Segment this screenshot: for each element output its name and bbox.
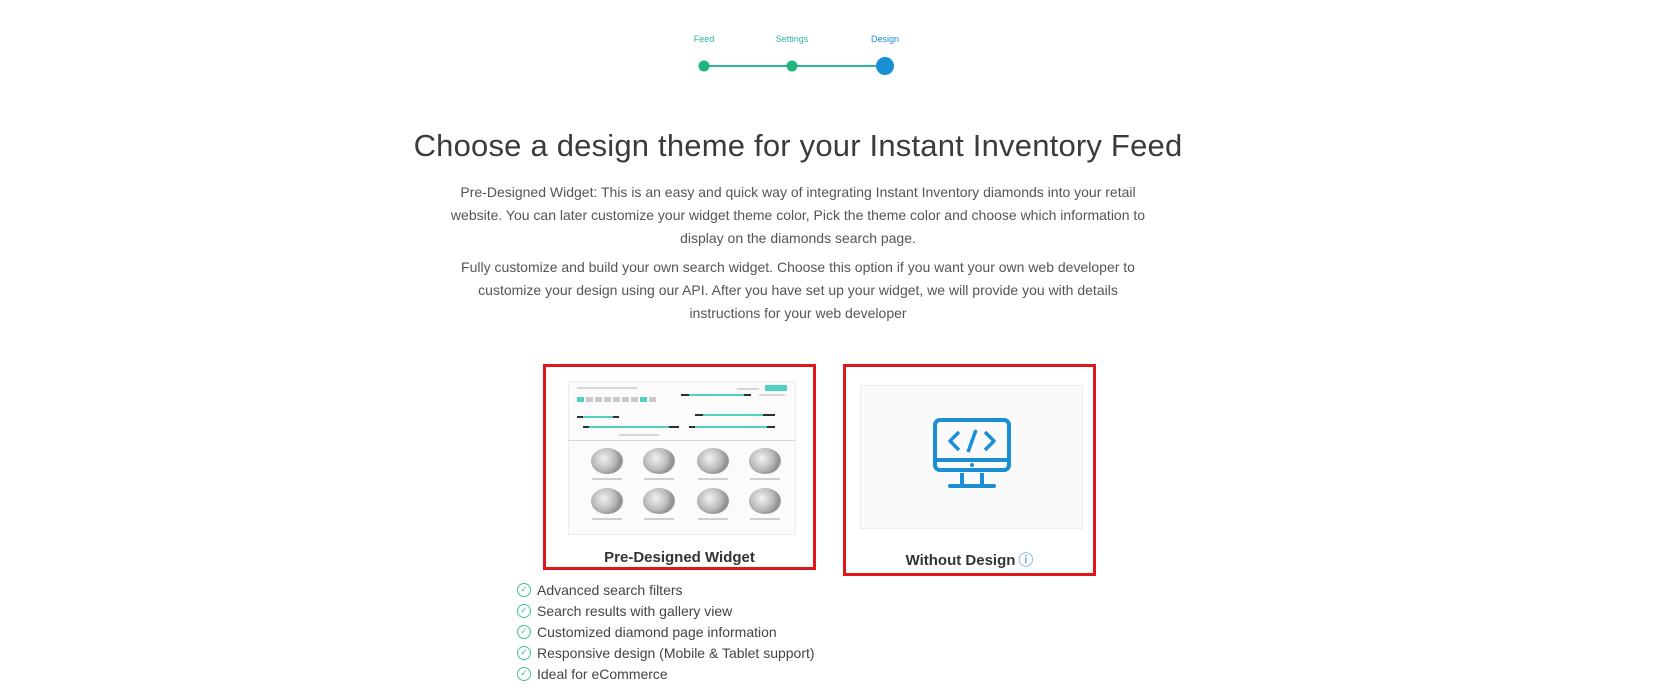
step-feed-dot[interactable] xyxy=(698,60,710,72)
list-item: ✓ Responsive design (Mobile & Tablet supp… xyxy=(517,642,815,663)
without-design-label: Without Design xyxy=(905,552,1016,569)
widget-preview-image xyxy=(568,381,796,535)
without-design-caption: Without Design ⓘ xyxy=(846,549,1093,570)
step-feed-label[interactable]: Feed xyxy=(694,34,715,44)
list-item: ✓ Ideal for eCommerce xyxy=(517,663,815,684)
feature-list: ✓ Advanced search filters ✓ Search results… xyxy=(517,579,815,684)
step-settings-dot[interactable] xyxy=(786,60,798,72)
check-circle-icon: ✓ xyxy=(517,624,531,639)
check-circle-icon: ✓ xyxy=(517,603,531,618)
custom-description: Fully customize and build your own searc… xyxy=(461,259,1135,321)
predesigned-widget-label: Pre-Designed Widget xyxy=(604,549,755,566)
predesigned-description: Pre-Designed Widget: This is an easy and… xyxy=(450,184,1146,246)
list-item: ✓ Customized diamond page information xyxy=(517,621,815,642)
feature-text: Ideal for eCommerce xyxy=(537,665,668,682)
step-design-label[interactable]: Design xyxy=(871,34,899,44)
check-circle-icon: ✓ xyxy=(517,666,531,681)
feature-text: Search results with gallery view xyxy=(537,602,733,619)
check-circle-icon: ✓ xyxy=(517,645,531,660)
code-monitor-panel xyxy=(860,385,1083,529)
feature-text: Customized diamond page information xyxy=(537,623,777,640)
check-circle-icon: ✓ xyxy=(517,582,531,597)
feature-text: Advanced search filters xyxy=(537,581,683,598)
info-circle-icon[interactable]: ⓘ xyxy=(1018,552,1033,569)
step-design-dot[interactable] xyxy=(876,57,894,75)
list-item: ✓ Advanced search filters xyxy=(517,579,815,600)
code-monitor-icon xyxy=(933,418,1011,488)
feature-text: Responsive design (Mobile & Tablet suppo… xyxy=(537,644,815,661)
page-title: Choose a design theme for your Instant I… xyxy=(413,128,1183,163)
without-design-option[interactable]: Without Design ⓘ xyxy=(843,364,1096,576)
list-item: ✓ Search results with gallery view xyxy=(517,600,815,621)
step-settings-label[interactable]: Settings xyxy=(776,34,809,44)
predesigned-widget-option[interactable]: Pre-Designed Widget xyxy=(543,364,816,570)
progress-stepper: Feed Settings Design xyxy=(690,30,910,80)
